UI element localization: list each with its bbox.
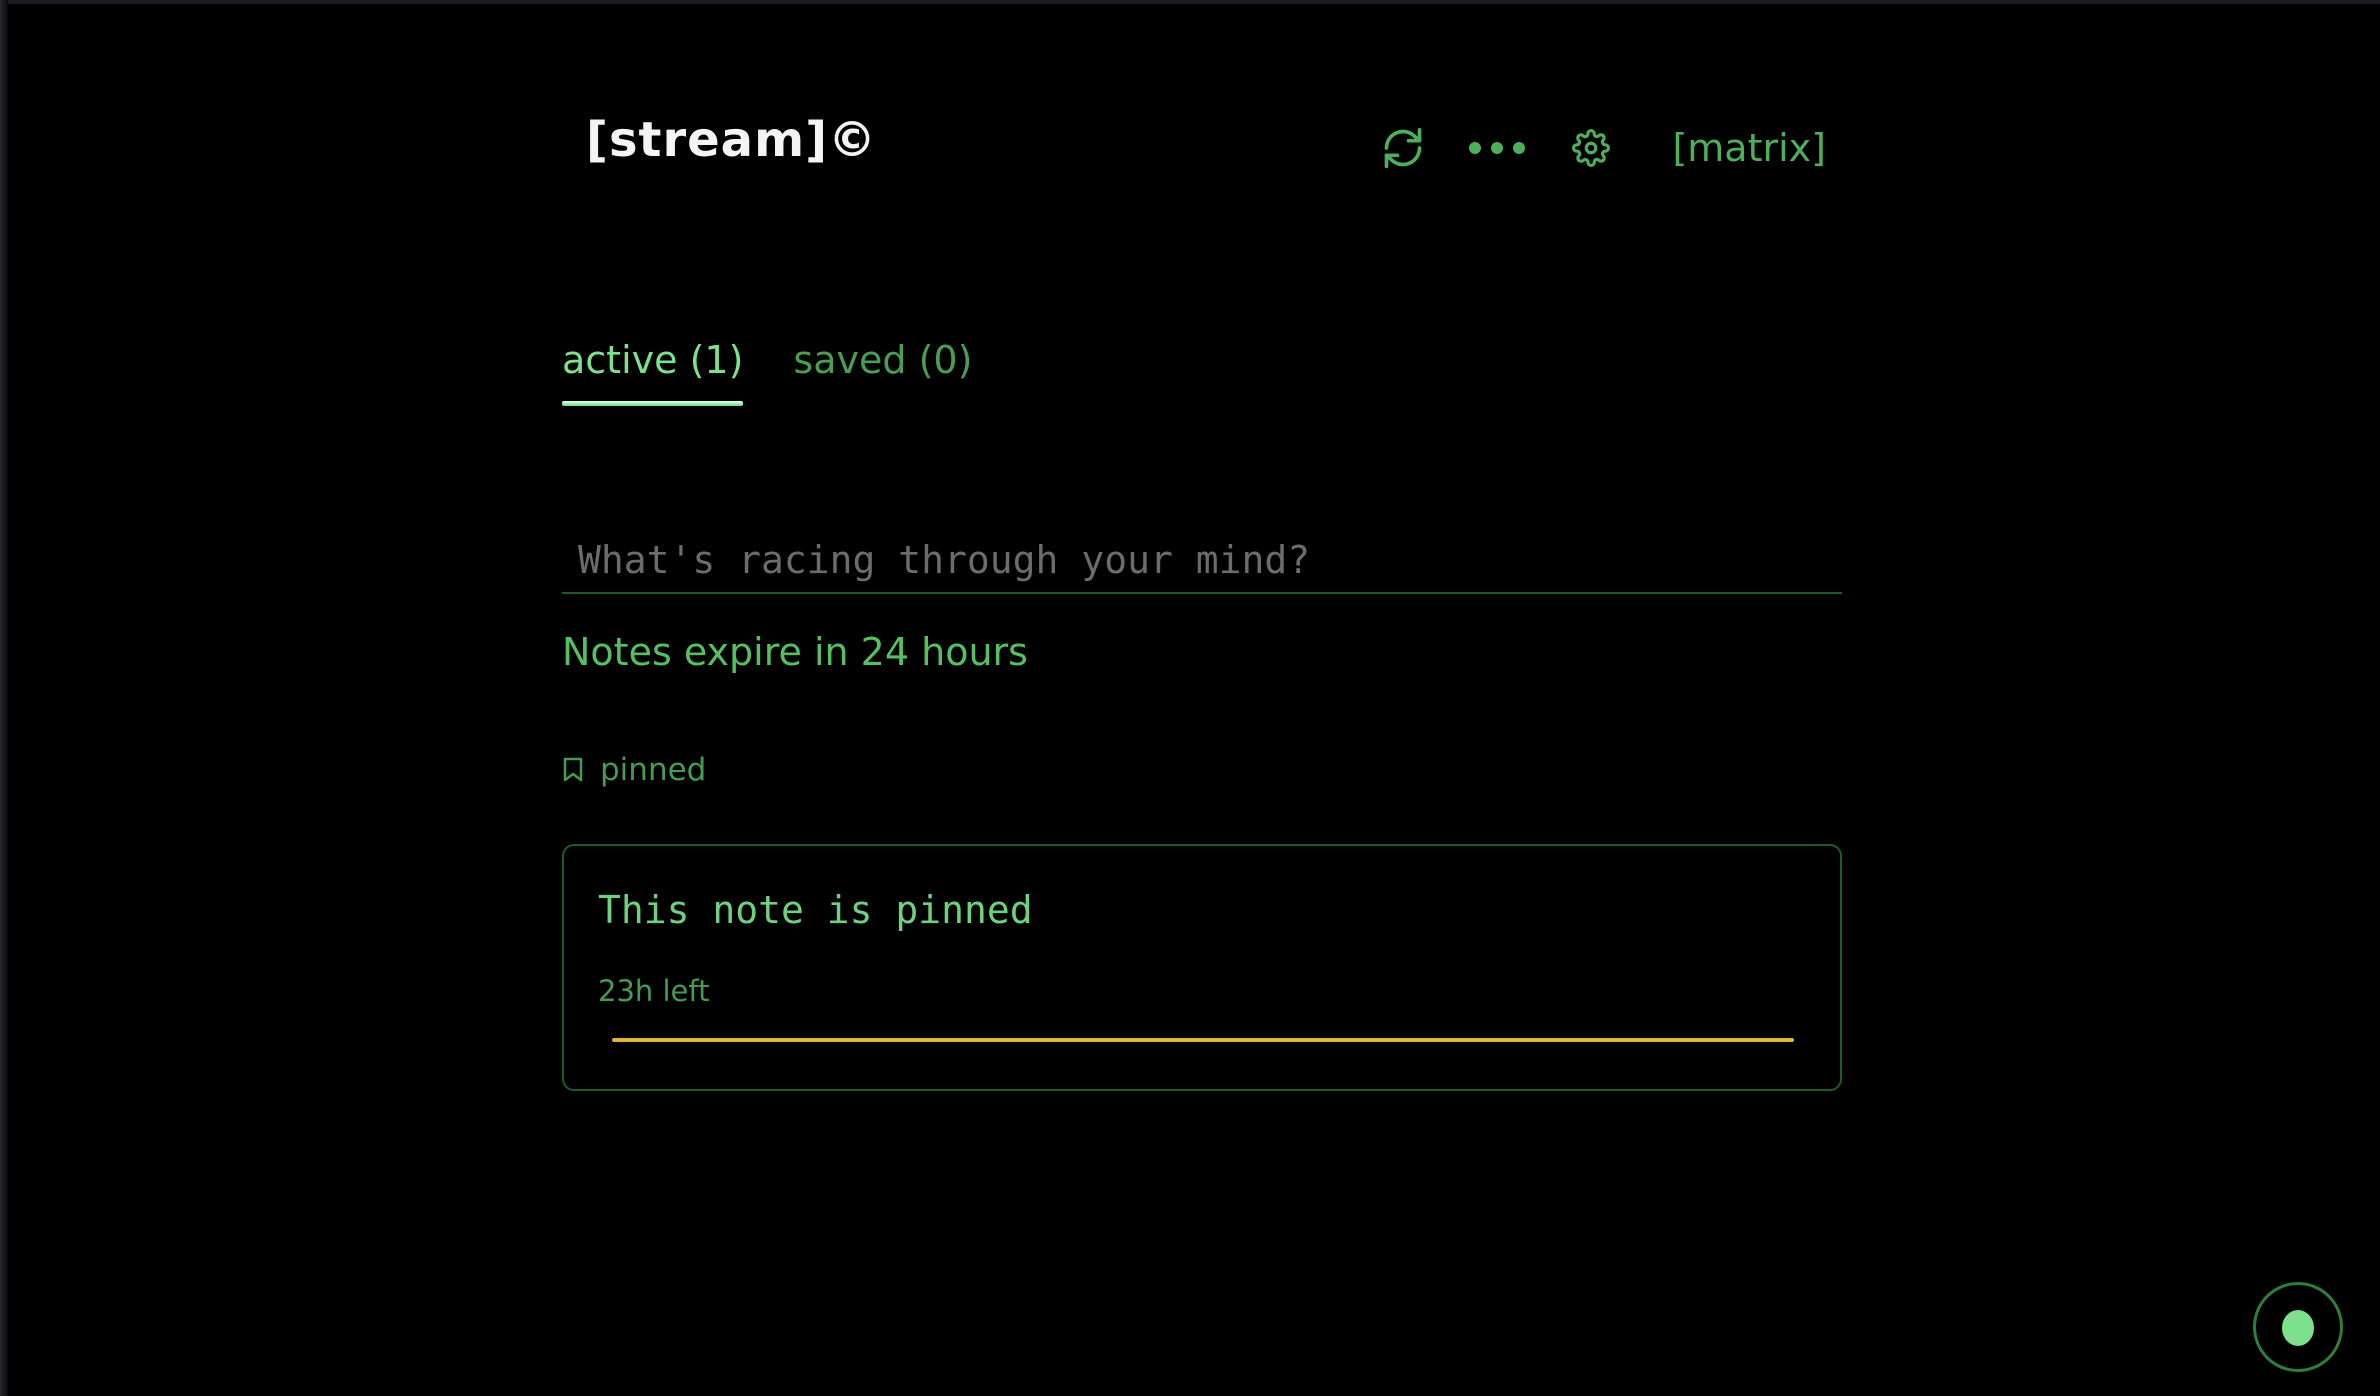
expiry-progress bbox=[612, 1038, 1794, 1042]
app-logo: [stream]© bbox=[586, 112, 878, 168]
refresh-button[interactable] bbox=[1368, 118, 1438, 178]
gear-icon bbox=[1572, 129, 1611, 167]
header-toolbar: [matrix] bbox=[1344, 116, 1826, 180]
window-left-edge bbox=[0, 0, 8, 1396]
bookmark-icon bbox=[563, 757, 583, 782]
tab-active[interactable]: active (1) bbox=[562, 338, 744, 406]
app-container: [stream]© [matrix] active (1) saved (0) … bbox=[562, 0, 1842, 1396]
refresh-icon bbox=[1385, 127, 1422, 169]
more-options-button[interactable] bbox=[1462, 118, 1532, 178]
note-card[interactable]: This note is pinned 23h left bbox=[562, 844, 1842, 1091]
expiry-progress-fill bbox=[612, 1038, 1794, 1042]
tab-bar: active (1) saved (0) bbox=[562, 338, 972, 406]
more-dots-icon bbox=[1469, 142, 1526, 154]
note-text: This note is pinned bbox=[598, 888, 1033, 932]
droplet-icon bbox=[2282, 1310, 2314, 1346]
pinned-label-text: pinned bbox=[600, 752, 707, 788]
matrix-link[interactable]: [matrix] bbox=[1672, 126, 1826, 170]
floating-action-button[interactable] bbox=[2253, 1282, 2343, 1372]
expire-hint: Notes expire in 24 hours bbox=[562, 630, 1028, 674]
pinned-section-header: pinned bbox=[562, 752, 706, 788]
note-input[interactable] bbox=[562, 528, 1842, 594]
note-time-left: 23h left bbox=[598, 974, 710, 1008]
tab-saved[interactable]: saved (0) bbox=[793, 338, 972, 406]
settings-button[interactable] bbox=[1556, 118, 1626, 178]
